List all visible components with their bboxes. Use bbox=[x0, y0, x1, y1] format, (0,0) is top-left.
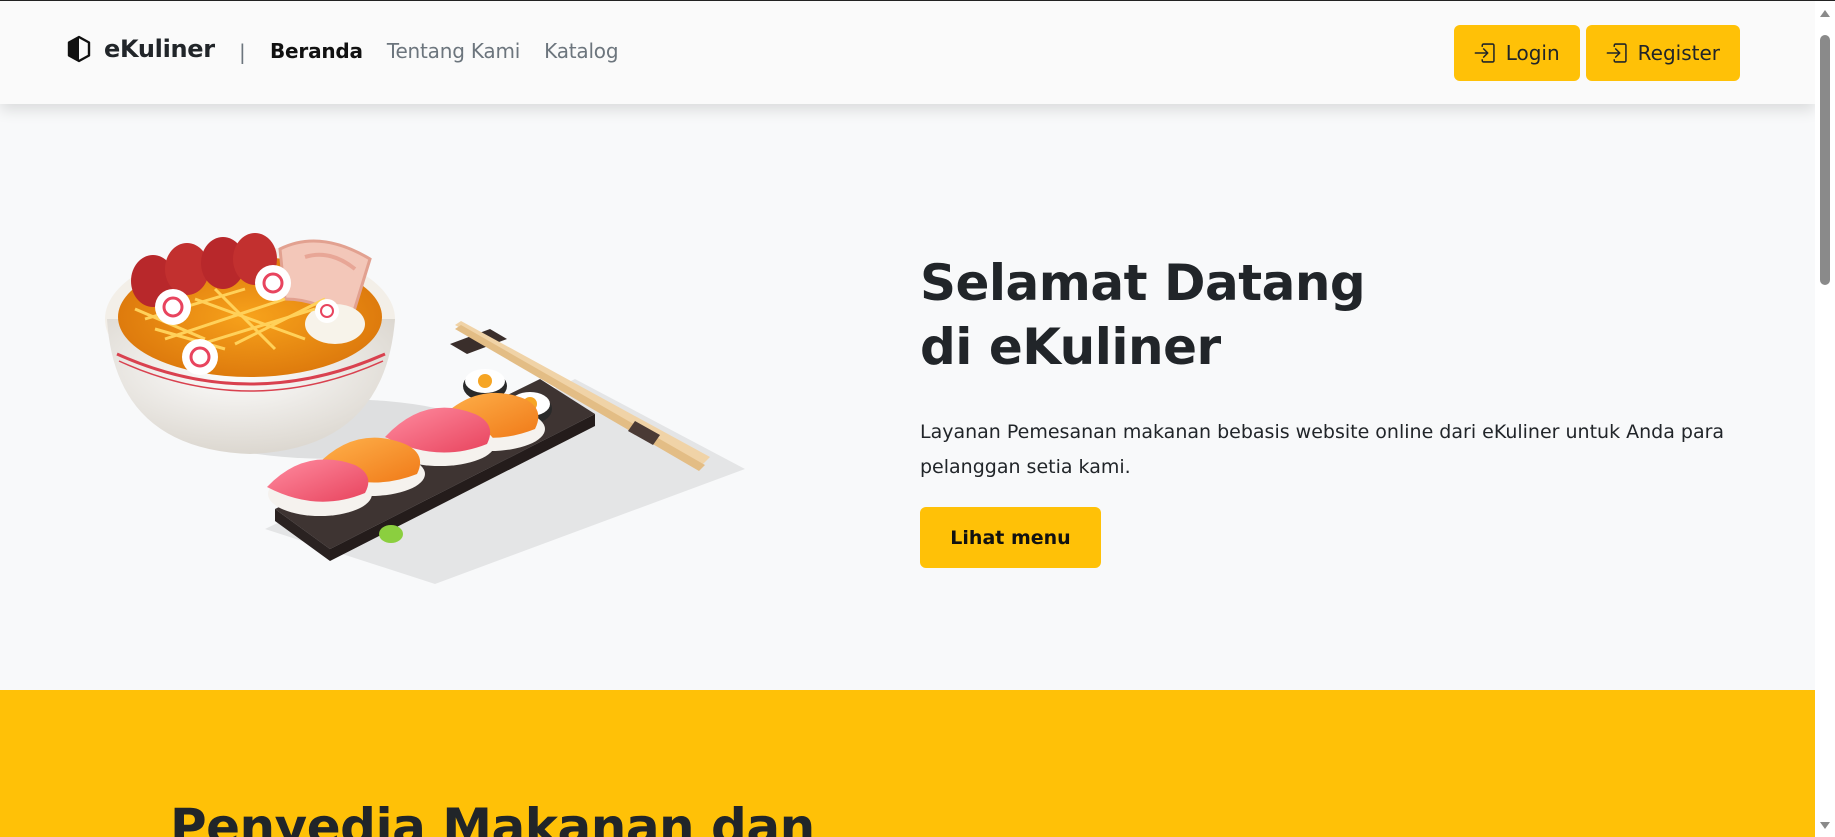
hero-title-line1: Selamat Datang bbox=[920, 254, 1366, 312]
nav-divider: | bbox=[239, 40, 246, 64]
nav-links: Beranda Tentang Kami Katalog bbox=[270, 39, 619, 63]
brand-link[interactable]: eKuliner bbox=[66, 35, 215, 63]
about-section: Penyedia Makanan dan bbox=[0, 690, 1815, 837]
register-label: Register bbox=[1637, 41, 1720, 65]
hero-title-line2: di eKuliner bbox=[920, 318, 1221, 376]
scroll-up-arrow-icon[interactable] bbox=[1820, 10, 1830, 17]
box-arrow-in-right-icon bbox=[1474, 43, 1495, 63]
vertical-scrollbar[interactable] bbox=[1815, 1, 1835, 837]
register-button[interactable]: Register bbox=[1585, 25, 1740, 81]
navbar: eKuliner | Beranda Tentang Kami Katalog … bbox=[0, 1, 1815, 104]
login-button[interactable]: Login bbox=[1453, 25, 1580, 81]
page: eKuliner | Beranda Tentang Kami Katalog … bbox=[0, 1, 1815, 837]
box-arrow-in-right-icon bbox=[1606, 43, 1627, 63]
nav-link-beranda[interactable]: Beranda bbox=[270, 39, 363, 63]
auth-buttons: Login Register bbox=[1453, 25, 1740, 81]
hexagon-half-icon bbox=[67, 35, 91, 63]
nav-link-katalog[interactable]: Katalog bbox=[544, 39, 618, 63]
login-label: Login bbox=[1505, 41, 1560, 65]
hero-title: Selamat Datang di eKuliner bbox=[920, 251, 1366, 379]
brand-name: eKuliner bbox=[104, 35, 215, 63]
about-section-title: Penyedia Makanan dan bbox=[170, 798, 815, 837]
nav-link-tentang-kami[interactable]: Tentang Kami bbox=[387, 39, 520, 63]
hero-description: Layanan Pemesanan makanan bebasis websit… bbox=[920, 421, 1725, 478]
scroll-down-arrow-icon[interactable] bbox=[1820, 822, 1830, 829]
scrollbar-thumb[interactable] bbox=[1820, 35, 1830, 285]
hero-food-illustration bbox=[105, 233, 745, 584]
lihat-menu-button[interactable]: Lihat menu bbox=[920, 507, 1101, 568]
